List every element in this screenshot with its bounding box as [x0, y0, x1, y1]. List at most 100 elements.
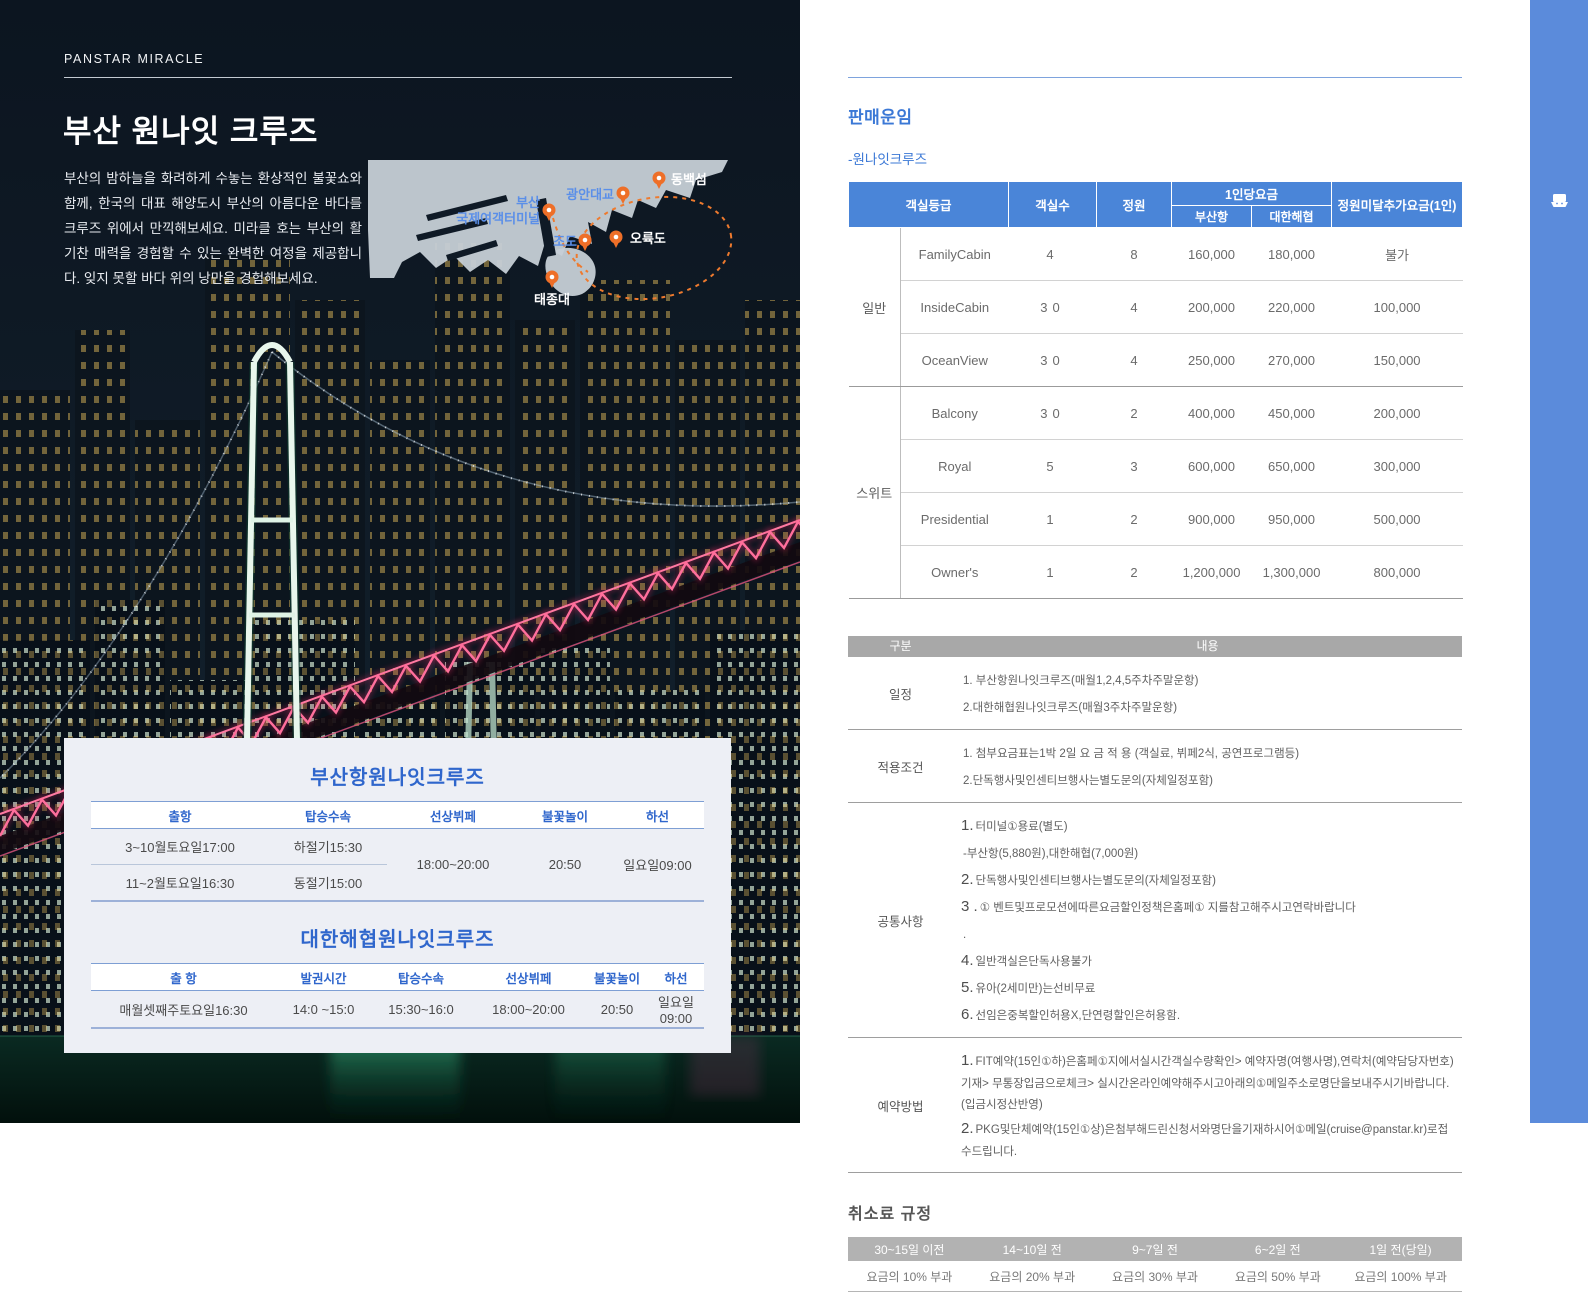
- group-suite: 스위트: [849, 387, 901, 599]
- brand-text: PANSTAR MIRACLE: [64, 52, 204, 66]
- strait-fare-cell: 950,000: [1252, 493, 1332, 546]
- header-category: 구분: [848, 636, 953, 657]
- strait-cruise-title: 대한해협원나잇크루즈: [64, 923, 731, 952]
- strait-fare-cell: 450,000: [1252, 387, 1332, 440]
- page-title: 부산 원나잇 크루즈: [63, 106, 318, 151]
- subsection-title: -원나잇크루즈: [848, 148, 1462, 168]
- buffet-cell: 18:00~20:00: [471, 991, 586, 1029]
- departure-cell: 11~2월토요일16:30: [91, 865, 269, 902]
- extra-charge-cell: 200,000: [1332, 387, 1463, 440]
- fare-page: 판매운임 -원나잇크루즈 객실등급 객실수 정원 1인당요금 정원미달추가요금(…: [800, 0, 1530, 1123]
- terms-line: -부산항(5,880원),대한해협(7,000원): [961, 839, 1454, 866]
- terms-header: 구분 내용: [848, 636, 1462, 657]
- terms-row-booking: 예약방법 1.FIT예약(15인①하)은홈페①지에서실시간객실수량확인> 예약자…: [848, 1038, 1462, 1173]
- cancel-fee-cell: 요금의 50% 부과: [1216, 1261, 1339, 1292]
- terms-line: 2.단독행사및인센티브행사는별도문의(자체일정포함): [961, 766, 1454, 793]
- terms-line: 2.단독행사및인센티브행사는별도문의(자체일정포함): [961, 866, 1454, 893]
- cabin-name-cell: Presidential: [901, 493, 1009, 546]
- strait-cruise-schedule-table: 출 항 발권시간 탑승수속 선상뷔페 불꽃놀이 하선 매월셋째주토요일16:30…: [91, 963, 704, 1029]
- boarding-cell: 15:30~16:0: [371, 991, 471, 1029]
- label-gwangan: 광안대교: [566, 187, 614, 202]
- group-standard: 일반: [849, 228, 901, 387]
- terms-line: 1.터미널①용료(별도): [961, 812, 1454, 839]
- col-ticketing: 발권시간: [276, 964, 371, 991]
- buffet-cell: 18:00~20:00: [387, 829, 519, 902]
- col-buffet: 선상뷔페: [471, 964, 586, 991]
- disembark-cell: 일요일09:00: [611, 829, 704, 902]
- col-boarding: 탑승수속: [269, 802, 387, 829]
- col-departure: 출항: [91, 802, 269, 829]
- cancel-fee-cell: 요금의 30% 부과: [1094, 1261, 1217, 1292]
- label-busan: 부산: [516, 195, 540, 210]
- busan-cruise-schedule-table: 출항 탑승수속 선상뷔페 불꽃놀이 하선 3~10월토요일17:00 하절기15…: [91, 801, 704, 902]
- busan-route-map: 부산 국제여객터미널 광안대교 동백섬 오륙도 조도 태종대: [356, 160, 742, 308]
- boarding-cell: 동절기15:00: [269, 865, 387, 902]
- strait-fare-cell: 220,000: [1252, 281, 1332, 334]
- table-header-row: 객실등급 객실수 정원 1인당요금 정원미달추가요금(1인): [849, 182, 1463, 206]
- strait-fare-cell: 270,000: [1252, 334, 1332, 387]
- row-label: 적용조건: [848, 737, 953, 795]
- extra-charge-cell: 불가: [1332, 228, 1463, 281]
- label-oryukdo: 오륙도: [630, 231, 666, 246]
- cabin-count-cell: 30: [1009, 281, 1097, 334]
- line-text: 1. 첨부요금표는1박 2일 요 금 적 용 (객실료, 뷔페2식, 공연프로그…: [963, 748, 1299, 760]
- col-fireworks: 불꽃놀이: [586, 964, 648, 991]
- cabin-count-cell: 4: [1009, 228, 1097, 281]
- line-text: 1. 부산항원나잇크루즈(매월1,2,4,5주차주말운항): [963, 675, 1198, 687]
- cancel-period-header: 1일 전(당일): [1339, 1237, 1462, 1261]
- departure-cell: 3~10월토요일17:00: [91, 829, 269, 865]
- line-text: FIT예약(15인①하)은홈페①지에서실시간객실수량확인> 예약자명(여행사명)…: [961, 1056, 1454, 1111]
- cabin-count-cell: 30: [1009, 334, 1097, 387]
- intro-paragraph: 부산의 밤하늘을 화려하게 수놓는 환상적인 불꽃쇼와 함께, 한국의 대표 해…: [64, 166, 362, 291]
- label-jodo: 조도: [553, 234, 577, 249]
- fare-table: 객실등급 객실수 정원 1인당요금 정원미달추가요금(1인) 부산항 대한해협 …: [848, 181, 1463, 599]
- extra-charge-cell: 150,000: [1332, 334, 1463, 387]
- table-header-row: 30~15일 이전 14~10일 전 9~7일 전 6~2일 전 1일 전(당일…: [848, 1237, 1462, 1261]
- line-text: 2.단독행사및인센티브행사는별도문의(자체일정포함): [963, 775, 1213, 787]
- header-cabin-count: 객실수: [1009, 182, 1097, 228]
- capacity-cell: 2: [1097, 493, 1172, 546]
- cabin-name-cell: FamilyCabin: [901, 228, 1009, 281]
- cancel-period-header: 6~2일 전: [1216, 1237, 1339, 1261]
- extra-charge-cell: 100,000: [1332, 281, 1463, 334]
- col-departure: 출 항: [91, 964, 276, 991]
- table-row: OceanView 30 4 250,000 270,000 150,000: [849, 334, 1463, 387]
- table-row: 매월셋째주토요일16:30 14:0 ~15:0 15:30~16:0 18:0…: [91, 991, 704, 1029]
- line-number: 5.: [961, 979, 974, 996]
- terms-line: 5.유아(2세미만)는선비무료: [961, 974, 1454, 1001]
- blue-side-bar: [1530, 0, 1588, 1123]
- capacity-cell: 4: [1097, 281, 1172, 334]
- line-number: 1.: [961, 817, 974, 834]
- disembark-cell: 일요일09:00: [648, 991, 704, 1029]
- label-taejongdae: 태종대: [534, 292, 570, 307]
- page-content: 판매운임 -원나잇크루즈 객실등급 객실수 정원 1인당요금 정원미달추가요금(…: [848, 77, 1462, 1292]
- cabin-name-cell: Owner's: [901, 546, 1009, 599]
- table-row: 스위트 Balcony 30 2 400,000 450,000 200,000: [849, 387, 1463, 440]
- row-label: 일정: [848, 664, 953, 722]
- cancel-period-header: 30~15일 이전: [848, 1237, 971, 1261]
- table-row: Royal 5 3 600,000 650,000 300,000: [849, 440, 1463, 493]
- extra-charge-cell: 500,000: [1332, 493, 1463, 546]
- cabin-name-cell: OceanView: [901, 334, 1009, 387]
- line-number: 2.: [961, 871, 974, 888]
- col-disembark: 하선: [648, 964, 704, 991]
- schedule-card: 부산항원나잇크루즈 출항 탑승수속 선상뷔페 불꽃놀이 하선 3~10월토요일1…: [64, 738, 731, 1053]
- ship-icon: [1549, 193, 1570, 208]
- cabin-name-cell: Royal: [901, 440, 1009, 493]
- line-text: 2.대한해협원나잇크루즈(매월3주차주말운항): [963, 702, 1177, 714]
- terms-row-schedule: 일정 1. 부산항원나잇크루즈(매월1,2,4,5주차주말운항) 2.대한해협원…: [848, 657, 1462, 730]
- row-content: 1. 첨부요금표는1박 2일 요 금 적 용 (객실료, 뷔페2식, 공연프로그…: [953, 737, 1462, 795]
- terms-line: 2.대한해협원나잇크루즈(매월3주차주말운항): [961, 693, 1454, 720]
- header-extra-charge: 정원미달추가요금(1인): [1332, 182, 1463, 228]
- busan-fare-cell: 1,200,000: [1172, 546, 1252, 599]
- terms-line: 1.FIT예약(15인①하)은홈페①지에서실시간객실수량확인> 예약자명(여행사…: [961, 1047, 1454, 1115]
- busan-fare-cell: 600,000: [1172, 440, 1252, 493]
- terms-table: 구분 내용 일정 1. 부산항원나잇크루즈(매월1,2,4,5주차주말운항) 2…: [848, 636, 1462, 1173]
- boarding-cell: 하절기15:30: [269, 829, 387, 865]
- terms-line: 1. 부산항원나잇크루즈(매월1,2,4,5주차주말운항): [961, 666, 1454, 693]
- table-row: 3~10월토요일17:00 하절기15:30 18:00~20:00 20:50…: [91, 829, 704, 865]
- terms-line: 1. 첨부요금표는1박 2일 요 금 적 용 (객실료, 뷔페2식, 공연프로그…: [961, 739, 1454, 766]
- fireworks-cell: 20:50: [586, 991, 648, 1029]
- busan-fare-cell: 160,000: [1172, 228, 1252, 281]
- cabin-count-cell: 5: [1009, 440, 1097, 493]
